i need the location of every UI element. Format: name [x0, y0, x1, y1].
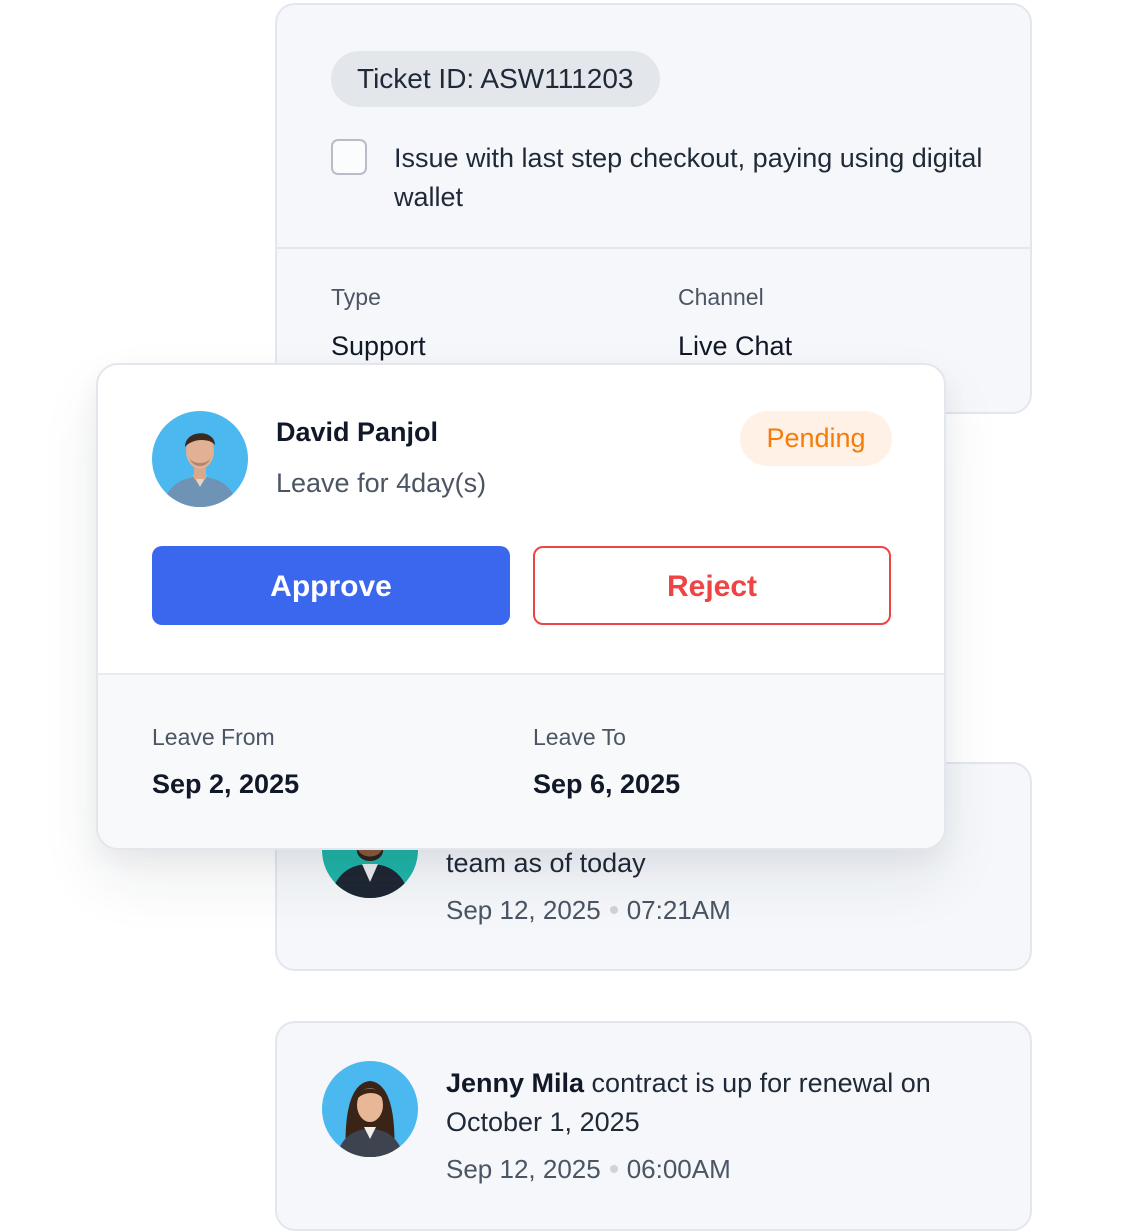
status-badge: Pending — [740, 411, 892, 466]
activity-date: Sep 12, 2025 — [446, 895, 601, 925]
leave-to-date: Sep 6, 2025 — [533, 769, 681, 799]
leave-request-card: David Panjol Leave for 4day(s) Pending A… — [96, 363, 946, 850]
activity-timestamp: Sep 12, 2025 06:00AM — [446, 1154, 731, 1185]
avatar — [322, 1061, 418, 1157]
leave-dates-section: Leave From Sep 2, 2025 Leave To Sep 6, 2… — [98, 673, 944, 848]
ticket-type-label: Type — [331, 284, 381, 310]
ticket-description: Issue with last step checkout, paying us… — [394, 143, 983, 212]
leave-to-label: Leave To — [533, 724, 626, 750]
reject-button[interactable]: Reject — [533, 546, 891, 625]
ticket-type-value: Support — [331, 331, 426, 361]
activity-date: Sep 12, 2025 — [446, 1154, 601, 1184]
ticket-channel-value: Live Chat — [678, 331, 793, 361]
leave-duration: Leave for 4day(s) — [276, 468, 487, 498]
separator-dot-icon — [609, 906, 618, 915]
ticket-divider — [277, 247, 1030, 249]
ticket-card: Ticket ID: ASW111203 Issue with last ste… — [275, 3, 1032, 414]
separator-dot-icon — [609, 1165, 618, 1174]
activity-text: Jenny Mila contract is up for renewal on… — [446, 1064, 986, 1142]
activity-timestamp: Sep 12, 2025 07:21AM — [446, 895, 731, 926]
activity-card: Jenny Mila contract is up for renewal on… — [275, 1021, 1032, 1231]
approve-button[interactable]: Approve — [152, 546, 510, 625]
activity-time: 06:00AM — [626, 1154, 731, 1184]
person-avatar-icon — [322, 1061, 418, 1157]
leave-from-label: Leave From — [152, 724, 275, 750]
activity-person-name: Jenny Mila — [446, 1068, 585, 1098]
person-avatar-icon — [152, 411, 248, 507]
ticket-id-badge: Ticket ID: ASW111203 — [331, 51, 660, 107]
ticket-channel-label: Channel — [678, 284, 764, 310]
ticket-checkbox[interactable] — [331, 139, 367, 175]
avatar — [152, 411, 248, 507]
employee-name: David Panjol — [276, 417, 439, 447]
leave-from-date: Sep 2, 2025 — [152, 769, 300, 799]
activity-time: 07:21AM — [626, 895, 731, 925]
